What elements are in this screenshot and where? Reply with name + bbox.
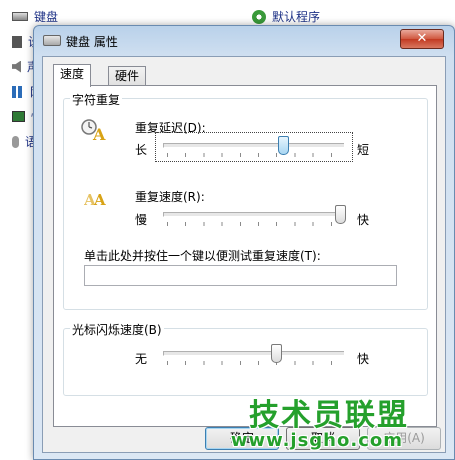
cursor-blink-ticks	[167, 361, 340, 365]
repeat-rate-max-label: 快	[357, 213, 370, 227]
character-repeat-group: 字符重复 A 重复延迟(D): 长 短 A A 重复速度(R): 慢 快 单击此…	[63, 91, 428, 310]
repeat-delay-icon: A	[81, 119, 106, 143]
group-label-character-repeat: 字符重复	[70, 91, 123, 108]
repeat-delay-min-label: 长	[135, 143, 148, 157]
network-icon	[12, 85, 24, 98]
repeat-rate-min-label: 慢	[135, 213, 148, 227]
bg-item-label: 键盘	[34, 10, 59, 24]
cursor-blink-thumb[interactable]	[270, 344, 282, 363]
performance-icon	[12, 111, 25, 122]
tab-hardware[interactable]: 硬件	[108, 66, 147, 86]
repeat-delay-thumb[interactable]	[277, 136, 289, 155]
group-label-cursor-blink: 光标闪烁速度(B)	[70, 321, 164, 338]
tab-page-speed: 字符重复 A 重复延迟(D): 长 短 A A 重复速度(R): 慢 快 单击此…	[53, 85, 437, 427]
repeat-delay-max-label: 短	[357, 143, 370, 157]
repeat-rate-icon: A A	[84, 191, 106, 209]
default-programs-icon	[252, 9, 266, 24]
cursor-blink-group: 光标闪烁速度(B) 无 快	[63, 321, 428, 396]
repeat-test-field[interactable]	[84, 265, 397, 286]
title-bar[interactable]: 键盘 属性 ✕	[34, 26, 454, 56]
keyboard-icon	[43, 35, 61, 46]
repeat-rate-track	[163, 212, 344, 217]
cursor-blink-track	[163, 351, 344, 356]
tab-speed[interactable]: 速度	[53, 64, 92, 87]
svg-text:A: A	[93, 191, 106, 209]
repeat-rate-ticks	[167, 222, 340, 226]
svg-text:A: A	[92, 125, 106, 143]
microphone-icon	[12, 135, 19, 148]
cursor-blink-min-label: 无	[135, 352, 148, 366]
bg-item-keyboard[interactable]: 键盘	[12, 8, 58, 25]
watermark-url: www.jsgho.com	[230, 430, 403, 451]
speaker-icon	[12, 60, 21, 73]
watermark-title: 技术员联盟	[249, 398, 409, 433]
repeat-rate-label: 重复速度(R):	[135, 190, 205, 204]
window-title: 键盘 属性	[66, 35, 118, 49]
close-button[interactable]: ✕	[400, 29, 444, 49]
cursor-blink-max-label: 快	[357, 352, 370, 366]
bg-item-default-programs[interactable]: 默认程序	[252, 8, 320, 25]
repeat-test-label: 单击此处并按住一个键以便测试重复速度(T):	[84, 249, 321, 263]
repeat-delay-track	[163, 143, 344, 148]
repeat-rate-thumb[interactable]	[335, 205, 346, 224]
keyboard-icon	[12, 12, 28, 21]
bg-item-label: 默认程序	[272, 10, 321, 24]
device-icon	[12, 35, 22, 48]
repeat-delay-ticks	[167, 153, 340, 157]
